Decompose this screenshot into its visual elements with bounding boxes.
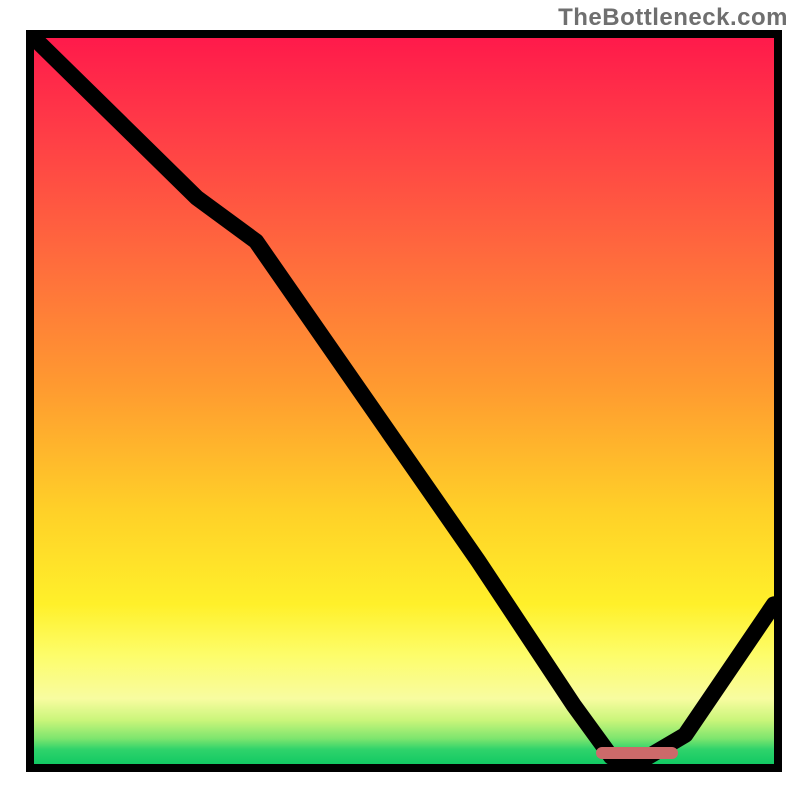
bottleneck-curve	[34, 38, 774, 757]
optimal-range-marker	[596, 747, 677, 759]
chart-root: TheBottleneck.com	[0, 0, 800, 800]
plot-area	[26, 30, 782, 772]
watermark-text: TheBottleneck.com	[558, 4, 788, 32]
curve-layer	[34, 38, 774, 764]
